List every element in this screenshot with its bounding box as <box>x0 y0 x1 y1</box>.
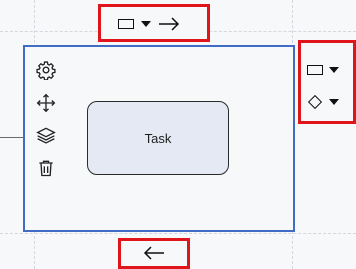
arrow-right-icon[interactable] <box>158 17 180 31</box>
arrow-left-icon[interactable] <box>143 246 165 265</box>
move-icon[interactable] <box>35 92 57 114</box>
right-toolbar-highlight <box>298 40 356 124</box>
rectangle-icon[interactable] <box>118 19 134 29</box>
incoming-connector[interactable] <box>0 137 23 138</box>
top-toolbar <box>118 14 180 34</box>
gear-icon[interactable] <box>35 59 57 81</box>
caret-down-icon[interactable] <box>329 99 339 105</box>
caret-down-icon[interactable] <box>141 21 151 27</box>
task-node[interactable]: Task <box>87 101 229 175</box>
rectangle-icon <box>307 65 323 75</box>
trash-icon[interactable] <box>35 157 57 179</box>
task-label: Task <box>144 130 172 146</box>
right-tool-diamond[interactable] <box>307 94 339 110</box>
right-tool-rectangle[interactable] <box>307 65 339 75</box>
guide-line-horizontal <box>0 233 356 234</box>
layers-icon[interactable] <box>35 124 57 146</box>
diamond-icon <box>307 94 323 110</box>
caret-down-icon[interactable] <box>329 67 339 73</box>
